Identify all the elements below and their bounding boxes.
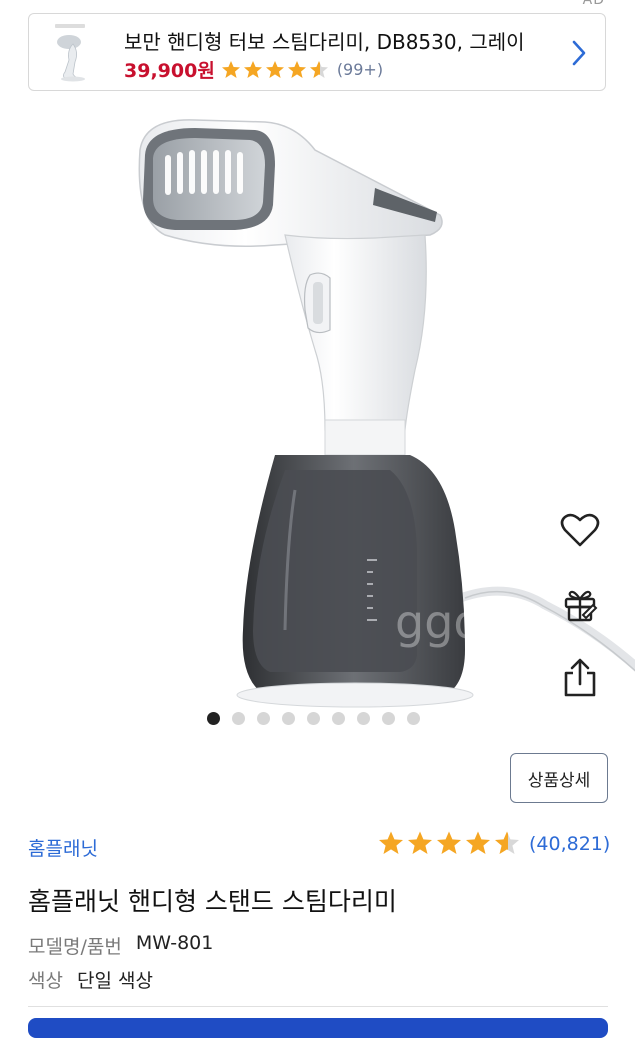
image-pagination-dots [207, 712, 420, 725]
spec-row-model: 모델명/품번 MW-801 [28, 932, 213, 959]
ad-star-rating [221, 60, 331, 80]
spec-label: 색상 [28, 970, 63, 992]
ad-product-title: 보만 핸디형 터보 스팀다리미, DB8530, 그레이 [124, 30, 525, 54]
spec-row-color: 색상 단일 색상 [28, 966, 153, 993]
share-icon [564, 658, 596, 697]
pagination-dot[interactable] [257, 712, 270, 725]
gift-icon [564, 590, 598, 622]
spec-value: 단일 색상 [76, 970, 153, 992]
ad-label: AD [582, 0, 605, 8]
image-watermark: ggora [395, 595, 529, 649]
review-count[interactable]: (40,821) [529, 833, 610, 855]
pagination-dot[interactable] [382, 712, 395, 725]
pagination-dot[interactable] [207, 712, 220, 725]
product-detail-button[interactable]: 상품상세 [510, 753, 608, 803]
heart-icon [560, 513, 600, 547]
spec-label: 모델명/품번 [28, 936, 122, 958]
gift-button[interactable] [557, 581, 603, 627]
wishlist-button[interactable] [557, 507, 603, 553]
divider [28, 1006, 608, 1007]
pagination-dot[interactable] [357, 712, 370, 725]
chevron-right-icon [572, 40, 586, 66]
sponsored-product-card[interactable]: 보만 핸디형 터보 스팀다리미, DB8530, 그레이 39,900원 (99… [28, 13, 606, 91]
pagination-dot[interactable] [232, 712, 245, 725]
star-rating-icon [379, 831, 519, 854]
pagination-dot[interactable] [282, 712, 295, 725]
ad-price: 39,900원 [124, 60, 215, 82]
brand-link[interactable]: 홈플래닛 [28, 834, 98, 861]
share-button[interactable] [557, 655, 603, 701]
ad-review-count: (99+) [336, 60, 384, 79]
pagination-dot[interactable] [332, 712, 345, 725]
pagination-dot[interactable] [307, 712, 320, 725]
pagination-dot[interactable] [407, 712, 420, 725]
ad-product-thumbnail [51, 22, 99, 84]
star-rating-icon [221, 60, 328, 78]
product-rating[interactable]: (40,821) [378, 830, 610, 858]
spec-value: MW-801 [135, 932, 214, 954]
product-title: 홈플래닛 핸디형 스탠드 스팀다리미 [28, 887, 397, 916]
buy-button[interactable] [28, 1018, 608, 1038]
ad-price-row: 39,900원 (99+) [124, 56, 383, 83]
